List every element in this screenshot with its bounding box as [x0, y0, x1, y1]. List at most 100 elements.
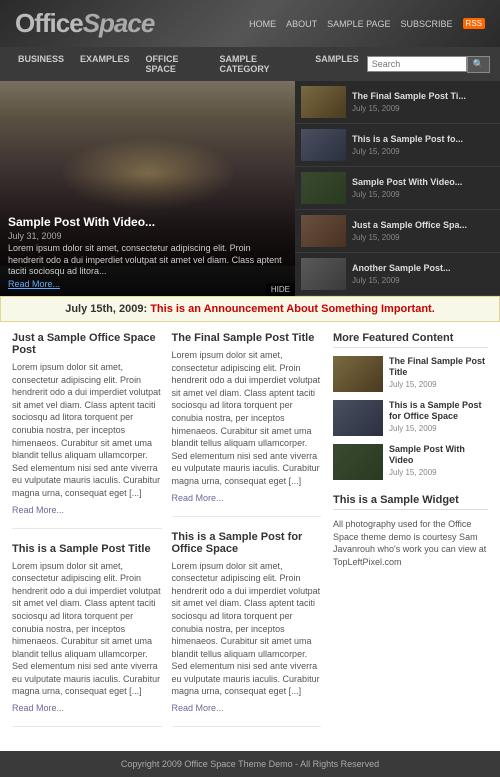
fs-date-3: July 15, 2009 — [352, 190, 462, 199]
fs-date-1: July 15, 2009 — [352, 104, 466, 113]
nav-examples[interactable]: EXAMPLES — [72, 47, 138, 71]
fs-date-5: July 15, 2009 — [352, 276, 451, 285]
fs-info-1: The Final Sample Post Ti... July 15, 200… — [352, 91, 466, 113]
featured-title: Sample Post With Video... — [8, 215, 287, 229]
post-col-left: Just a Sample Office Space Post Lorem ip… — [12, 332, 162, 741]
two-column-posts: Just a Sample Office Space Post Lorem ip… — [12, 332, 321, 741]
post-4-read-more[interactable]: Read More... — [172, 703, 224, 713]
post-4-title: This is a Sample Post for Office Space — [172, 531, 322, 555]
top-posts-row: Just a Sample Office Space Post Lorem ip… — [12, 332, 321, 741]
announcement-bar: July 15th, 2009: This is an Announcement… — [0, 296, 500, 322]
sidebar-post-info-1: The Final Sample Post Title July 15, 200… — [389, 356, 488, 392]
fs-date-4: July 15, 2009 — [352, 233, 467, 242]
fs-info-2: This is a Sample Post fo... July 15, 200… — [352, 134, 463, 156]
post-1: Just a Sample Office Space Post Lorem ip… — [12, 332, 162, 529]
top-nav-home[interactable]: HOME — [249, 19, 276, 29]
search-box: 🔍 — [367, 56, 490, 73]
fs-post-2[interactable]: This is a Sample Post fo... July 15, 200… — [295, 124, 500, 167]
fs-thumb-1 — [301, 86, 346, 118]
sidebar-post-1: The Final Sample Post Title July 15, 200… — [333, 356, 488, 392]
featured-date: July 31, 2009 — [8, 231, 287, 241]
logo-part2: Space — [83, 8, 155, 38]
content-area: Just a Sample Office Space Post Lorem ip… — [0, 322, 500, 751]
post-1-title: Just a Sample Office Space Post — [12, 332, 162, 356]
sidebar-thumb-3 — [333, 444, 383, 480]
featured-caption: Sample Post With Video... July 31, 2009 … — [0, 209, 295, 296]
post-2-body: Lorem ipsum dolor sit amet, consectetur … — [172, 349, 322, 488]
footer-text: Copyright 2009 Office Space Theme Demo -… — [121, 759, 379, 769]
featured-section: Sample Post With Video... July 31, 2009 … — [0, 81, 500, 296]
post-3-read-more[interactable]: Read More... — [12, 703, 64, 713]
fs-title-2: This is a Sample Post fo... — [352, 134, 463, 145]
fs-thumb-5 — [301, 258, 346, 290]
post-2-read-more[interactable]: Read More... — [172, 493, 224, 503]
fs-title-3: Sample Post With Video... — [352, 177, 462, 188]
nav-business[interactable]: BUSINESS — [10, 47, 72, 71]
main-nav-list: BUSINESS EXAMPLES OFFICE SPACE SAMPLE CA… — [10, 47, 367, 81]
post-2: The Final Sample Post Title Lorem ipsum … — [172, 332, 322, 517]
site-header: OfficeSpace HOME ABOUT SAMPLE PAGE SUBSC… — [0, 0, 500, 47]
sidebar-thumb-1 — [333, 356, 383, 392]
top-nav-sample-page[interactable]: SAMPLE PAGE — [327, 19, 390, 29]
sidebar-widget-text: All photography used for the Office Spac… — [333, 518, 488, 568]
featured-sidebar: The Final Sample Post Ti... July 15, 200… — [295, 81, 500, 296]
search-button[interactable]: 🔍 — [467, 56, 490, 73]
fs-title-1: The Final Sample Post Ti... — [352, 91, 466, 102]
sidebar-widget-title: This is a Sample Widget — [333, 494, 488, 510]
fs-title-5: Another Sample Post... — [352, 263, 451, 274]
post-1-body: Lorem ipsum dolor sit amet, consectetur … — [12, 361, 162, 500]
fs-thumb-4 — [301, 215, 346, 247]
sidebar-post-date-2: July 15, 2009 — [389, 424, 488, 433]
sidebar-post-title-3: Sample Post With Video — [389, 444, 488, 466]
search-input[interactable] — [367, 56, 467, 72]
fs-post-5[interactable]: Another Sample Post... July 15, 2009 — [295, 253, 500, 296]
fs-post-4[interactable]: Just a Sample Office Spa... July 15, 200… — [295, 210, 500, 253]
post-col-right: The Final Sample Post Title Lorem ipsum … — [172, 332, 322, 741]
sidebar-featured: More Featured Content The Final Sample P… — [333, 332, 488, 480]
featured-read-more[interactable]: Read More... — [8, 279, 60, 289]
announcement-date: July 15th, 2009: — [65, 303, 147, 315]
top-nav-about[interactable]: ABOUT — [286, 19, 317, 29]
sidebar-post-date-1: July 15, 2009 — [389, 380, 488, 389]
sidebar-post-info-2: This is a Sample Post for Office Space J… — [389, 400, 488, 436]
fs-title-4: Just a Sample Office Spa... — [352, 220, 467, 231]
logo-part1: Office — [15, 8, 83, 38]
sidebar-post-title-1: The Final Sample Post Title — [389, 356, 488, 378]
fs-post-1[interactable]: The Final Sample Post Ti... July 15, 200… — [295, 81, 500, 124]
post-3-body: Lorem ipsum dolor sit amet, consectetur … — [12, 560, 162, 699]
content-columns: Just a Sample Office Space Post Lorem ip… — [12, 332, 488, 741]
sidebar-post-title-2: This is a Sample Post for Office Space — [389, 400, 488, 422]
featured-main-post: Sample Post With Video... July 31, 2009 … — [0, 81, 295, 296]
site-logo: OfficeSpace — [15, 8, 154, 39]
sidebar-post-2: This is a Sample Post for Office Space J… — [333, 400, 488, 436]
nav-office-space[interactable]: OFFICE SPACE — [138, 47, 212, 81]
post-3: This is a Sample Post Title Lorem ipsum … — [12, 543, 162, 728]
nav-sample-category[interactable]: SAMPLE CATEGORY — [211, 47, 307, 81]
sidebar-post-info-3: Sample Post With Video July 15, 2009 — [389, 444, 488, 480]
sidebar-post-date-3: July 15, 2009 — [389, 468, 488, 477]
post-4: This is a Sample Post for Office Space L… — [172, 531, 322, 728]
fs-info-5: Another Sample Post... July 15, 2009 — [352, 263, 451, 285]
fs-thumb-3 — [301, 172, 346, 204]
sidebar-thumb-2 — [333, 400, 383, 436]
fs-info-3: Sample Post With Video... July 15, 2009 — [352, 177, 462, 199]
featured-excerpt: Lorem ipsum dolor sit amet, consectetur … — [8, 243, 287, 278]
post-3-title: This is a Sample Post Title — [12, 543, 162, 555]
sidebar-widget: This is a Sample Widget All photography … — [333, 494, 488, 568]
site-footer: Copyright 2009 Office Space Theme Demo -… — [0, 751, 500, 777]
main-navigation: BUSINESS EXAMPLES OFFICE SPACE SAMPLE CA… — [0, 47, 500, 81]
post-1-read-more[interactable]: Read More... — [12, 505, 64, 515]
fs-info-4: Just a Sample Office Spa... July 15, 200… — [352, 220, 467, 242]
post-4-body: Lorem ipsum dolor sit amet, consectetur … — [172, 560, 322, 699]
hide-button[interactable]: HIDE — [266, 283, 295, 296]
announcement-text: This is an Announcement About Something … — [150, 303, 435, 315]
nav-samples[interactable]: SAMPLES — [307, 47, 367, 71]
fs-thumb-2 — [301, 129, 346, 161]
sidebar-post-3: Sample Post With Video July 15, 2009 — [333, 444, 488, 480]
rss-icon: RSS — [463, 18, 485, 29]
top-navigation: HOME ABOUT SAMPLE PAGE SUBSCRIBE RSS — [249, 18, 485, 29]
fs-date-2: July 15, 2009 — [352, 147, 463, 156]
top-nav-subscribe[interactable]: SUBSCRIBE — [401, 19, 453, 29]
fs-post-3[interactable]: Sample Post With Video... July 15, 2009 — [295, 167, 500, 210]
sidebar-section-title: More Featured Content — [333, 332, 488, 348]
